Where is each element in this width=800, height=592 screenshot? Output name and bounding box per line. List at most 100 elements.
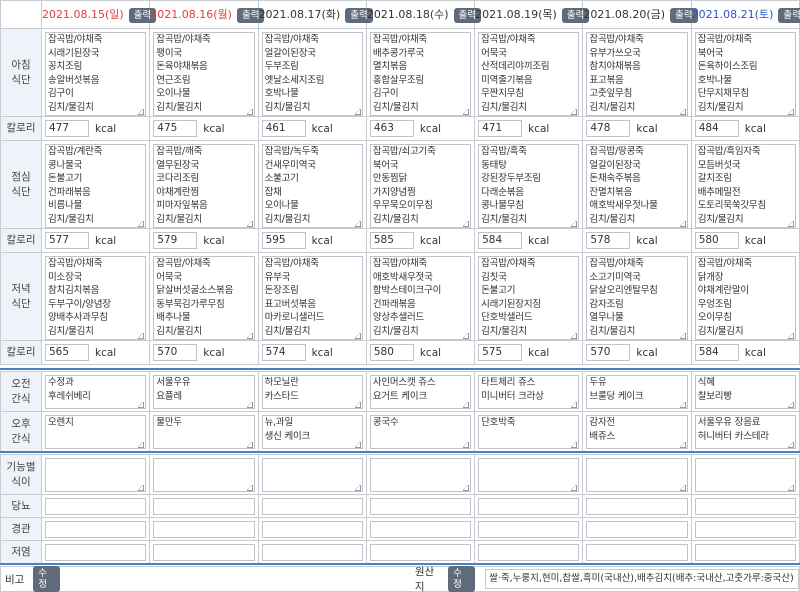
tube-input[interactable]: [261, 521, 363, 538]
dinner-textarea[interactable]: 잡곡밥/야채죽 애호박새우젓국 함박스테이크구이 건파래볶음 양상추샐러드 김치/물김치: [369, 256, 472, 340]
calorie-input[interactable]: 595: [261, 232, 306, 249]
functional-textarea[interactable]: [478, 458, 580, 492]
calorie-input[interactable]: 579: [153, 232, 198, 249]
resize-handle[interactable]: [788, 485, 794, 491]
calorie-input[interactable]: 478: [586, 120, 631, 137]
resize-handle[interactable]: [354, 333, 361, 339]
functional-textarea[interactable]: [586, 458, 688, 492]
resize-handle[interactable]: [246, 402, 253, 408]
low-salt-input[interactable]: [586, 544, 688, 561]
low-salt-input[interactable]: [261, 544, 363, 561]
low-salt-input[interactable]: [694, 544, 796, 561]
resize-handle[interactable]: [788, 221, 794, 227]
lunch-textarea[interactable]: 잡곡밥/땅콩죽 얼갈이된장국 돈채숙주볶음 잔멸치볶음 애호박새우젓나물 김치/물김치: [586, 144, 688, 228]
resize-handle[interactable]: [246, 221, 253, 227]
diabetes-input[interactable]: [45, 498, 147, 515]
resize-handle[interactable]: [679, 221, 686, 227]
dinner-textarea[interactable]: 잡곡밥/야채죽 소고기미역국 닭살오리엔탈무침 감자조림 열무나물 김치/물김치: [586, 256, 688, 340]
calorie-input[interactable]: 570: [153, 344, 198, 361]
breakfast-textarea[interactable]: 잡곡밥/야채죽 배추콩가루국 멸치볶음 홍합살무조림 김구이 김치/물김치: [369, 32, 472, 116]
calorie-input[interactable]: 484: [694, 120, 739, 137]
am_snack-textarea[interactable]: 수정과 후레쉬베리: [45, 375, 147, 409]
calorie-input[interactable]: 574: [261, 344, 306, 361]
breakfast-textarea[interactable]: 잡곡밥/야채죽 어묵국 산적데리야끼조림 미역줄기볶음 무짠지무침 김치/물김치: [478, 32, 580, 116]
tube-input[interactable]: [153, 521, 255, 538]
dinner-textarea[interactable]: 잡곡밥/야채죽 김칫국 돈불고기 시래기된장지짐 단호박샐러드 김치/물김치: [478, 256, 580, 340]
resize-handle[interactable]: [138, 485, 145, 491]
resize-handle[interactable]: [138, 402, 145, 408]
diabetes-input[interactable]: [153, 498, 255, 515]
resize-handle[interactable]: [354, 109, 361, 115]
am_snack-textarea[interactable]: 서울우유 요플레: [153, 375, 255, 409]
calorie-input[interactable]: 475: [153, 120, 198, 137]
resize-handle[interactable]: [463, 109, 470, 115]
remark-edit-button[interactable]: 수정: [33, 566, 61, 592]
tube-input[interactable]: [45, 521, 147, 538]
resize-handle[interactable]: [571, 221, 578, 227]
resize-handle[interactable]: [138, 333, 145, 339]
pm_snack-textarea[interactable]: 감자전 배쥬스: [586, 415, 688, 449]
resize-handle[interactable]: [463, 402, 470, 408]
am_snack-textarea[interactable]: 두유 브룰당 케이크: [586, 375, 688, 409]
low-salt-input[interactable]: [369, 544, 472, 561]
low-salt-input[interactable]: [478, 544, 580, 561]
tube-input[interactable]: [586, 521, 688, 538]
resize-handle[interactable]: [679, 109, 686, 115]
pm_snack-textarea[interactable]: 뉴,과일 생신 케이크: [261, 415, 363, 449]
resize-handle[interactable]: [463, 442, 470, 448]
resize-handle[interactable]: [246, 109, 253, 115]
pm_snack-textarea[interactable]: 콩국수: [369, 415, 472, 449]
resize-handle[interactable]: [246, 333, 253, 339]
resize-handle[interactable]: [354, 221, 361, 227]
calorie-input[interactable]: 565: [45, 344, 89, 361]
diabetes-input[interactable]: [261, 498, 363, 515]
calorie-input[interactable]: 584: [478, 232, 523, 249]
diabetes-input[interactable]: [586, 498, 688, 515]
resize-handle[interactable]: [138, 109, 145, 115]
breakfast-textarea[interactable]: 잡곡밥/야채죽 얼갈이된장국 두부조림 옛날소세지조림 호박나물 김치/물김치: [261, 32, 363, 116]
print-button[interactable]: 출력: [778, 7, 800, 23]
resize-handle[interactable]: [571, 109, 578, 115]
resize-handle[interactable]: [571, 485, 578, 491]
pm_snack-textarea[interactable]: 단호박죽: [478, 415, 580, 449]
resize-handle[interactable]: [679, 442, 686, 448]
dinner-textarea[interactable]: 잡곡밥/야채죽 유부국 돈장조림 표고버섯볶음 마카로니샐러드 김치/물김치: [261, 256, 363, 340]
am_snack-textarea[interactable]: 사인머스캣 쥬스 요거트 케이크: [369, 375, 472, 409]
calorie-input[interactable]: 577: [45, 232, 89, 249]
lunch-textarea[interactable]: 잡곡밥/계란죽 콩나물국 돈불고기 건파래볶음 비름나물 김치/물김치: [45, 144, 147, 228]
resize-handle[interactable]: [679, 333, 686, 339]
resize-handle[interactable]: [354, 442, 361, 448]
resize-handle[interactable]: [138, 442, 145, 448]
resize-handle[interactable]: [788, 442, 794, 448]
low-salt-input[interactable]: [153, 544, 255, 561]
functional-textarea[interactable]: [369, 458, 472, 492]
am_snack-textarea[interactable]: 하모닐란 카스타드: [261, 375, 363, 409]
calorie-input[interactable]: 463: [369, 120, 414, 137]
resize-handle[interactable]: [463, 221, 470, 227]
calorie-input[interactable]: 580: [369, 344, 414, 361]
breakfast-textarea[interactable]: 잡곡밥/야채죽 시래기된장국 꽁치조림 송알버섯볶음 김구이 김치/물김치: [45, 32, 147, 116]
calorie-input[interactable]: 578: [586, 232, 631, 249]
pm_snack-textarea[interactable]: 서울우유 장음료 허니버터 카스테라: [694, 415, 796, 449]
breakfast-textarea[interactable]: 잡곡밥/야채죽 유부가쓰오국 참치야채볶음 표고볶음 고춧잎무침 김치/물김치: [586, 32, 688, 116]
resize-handle[interactable]: [138, 221, 145, 227]
diabetes-input[interactable]: [478, 498, 580, 515]
am_snack-textarea[interactable]: 타트체리 쥬스 미니버터 크라상: [478, 375, 580, 409]
pm_snack-textarea[interactable]: 오렌지: [45, 415, 147, 449]
lunch-textarea[interactable]: 잡곡밥/깨죽 열무된장국 코다리조림 야채계란찜 피마자잎볶음 김치/물김치: [153, 144, 255, 228]
remark-input[interactable]: [66, 569, 388, 589]
resize-handle[interactable]: [571, 402, 578, 408]
calorie-input[interactable]: 580: [694, 232, 739, 249]
tube-input[interactable]: [478, 521, 580, 538]
origin-field[interactable]: 쌀·죽,누룽지,현미,찹쌀,흑미(국내산),배추김치(배추:국내산,고춧가루:중…: [485, 569, 799, 589]
dinner-textarea[interactable]: 잡곡밥/야채죽 미소장국 참치김치볶음 두부구이/양념장 양배추사과무침 김치/물김치: [45, 256, 147, 340]
calorie-input[interactable]: 477: [45, 120, 89, 137]
functional-textarea[interactable]: [694, 458, 796, 492]
breakfast-textarea[interactable]: 잡곡밥/야채죽 팽이국 돈육야채볶음 연근조림 오이나물 김치/물김치: [153, 32, 255, 116]
resize-handle[interactable]: [463, 485, 470, 491]
tube-input[interactable]: [694, 521, 796, 538]
resize-handle[interactable]: [679, 402, 686, 408]
calorie-input[interactable]: 471: [478, 120, 523, 137]
calorie-input[interactable]: 585: [369, 232, 414, 249]
lunch-textarea[interactable]: 잡곡밥/쇠고기죽 북어국 안동찜닭 가지양념찜 우무묵오이무침 김치/물김치: [369, 144, 472, 228]
